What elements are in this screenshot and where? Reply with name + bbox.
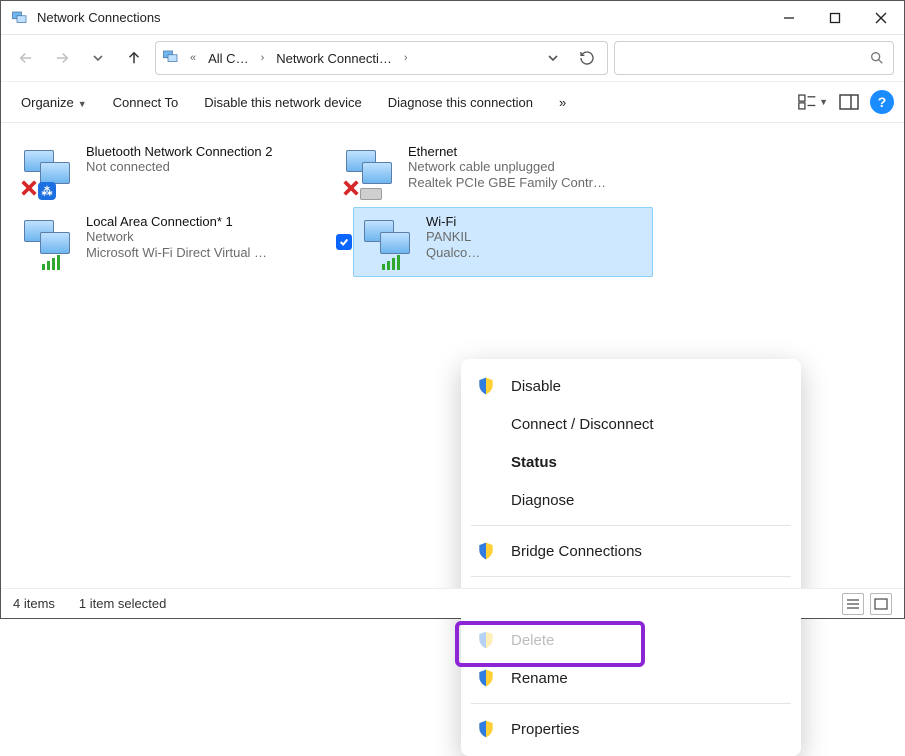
- connection-name: Bluetooth Network Connection 2: [86, 144, 272, 159]
- menu-separator: [471, 525, 791, 526]
- connection-status: Network cable unplugged: [408, 159, 606, 175]
- overflow-button[interactable]: »: [549, 91, 576, 114]
- address-icon: [162, 48, 180, 69]
- connection-item-lac[interactable]: Local Area Connection* 1 Network Microso…: [13, 207, 313, 277]
- breadcrumb-seg1[interactable]: All C…: [206, 51, 250, 66]
- menu-diagnose[interactable]: Diagnose: [461, 481, 801, 519]
- connection-device: Microsoft Wi-Fi Direct Virtual …: [86, 245, 267, 261]
- nav-recent-button[interactable]: [83, 43, 113, 73]
- selection-checkbox[interactable]: [336, 234, 352, 250]
- diagnose-button[interactable]: Diagnose this connection: [378, 91, 543, 114]
- connection-item-ethernet[interactable]: Ethernet Network cable unplugged Realtek…: [335, 137, 635, 207]
- menu-disable[interactable]: Disable: [461, 367, 801, 405]
- menu-status[interactable]: Status: [461, 443, 801, 481]
- address-bar[interactable]: « All C… › Network Connecti… ›: [155, 41, 608, 75]
- menu-delete: Delete: [461, 621, 801, 659]
- connection-icon: [360, 214, 416, 270]
- connection-name: Wi-Fi: [426, 214, 456, 229]
- context-menu: Disable Connect / Disconnect Status Diag…: [461, 359, 801, 756]
- breadcrumb-seg2[interactable]: Network Connecti…: [274, 51, 394, 66]
- connection-device: Realtek PCIe GBE Family Contr…: [408, 175, 606, 191]
- window-title: Network Connections: [37, 10, 766, 25]
- connection-name: Local Area Connection* 1: [86, 214, 233, 229]
- menu-separator: [471, 703, 791, 704]
- connection-name: Ethernet: [408, 144, 457, 159]
- search-input[interactable]: [614, 41, 894, 75]
- connection-device: Qualco…: [426, 245, 480, 261]
- menu-connect-disconnect[interactable]: Connect / Disconnect: [461, 405, 801, 443]
- status-bar: 4 items 1 item selected: [1, 588, 904, 618]
- nav-up-button[interactable]: [119, 43, 149, 73]
- connection-icon: ⁂: [20, 144, 76, 200]
- shield-icon: [475, 629, 497, 651]
- breadcrumb-prefix: «: [186, 52, 200, 64]
- signal-bars-icon: [382, 255, 400, 270]
- nav-forward-button[interactable]: [47, 43, 77, 73]
- error-x-icon: [342, 179, 360, 197]
- connection-item-wifi[interactable]: Wi-Fi PANKIL Qualco…: [353, 207, 653, 277]
- shield-icon: [475, 540, 497, 562]
- view-large-icons-button[interactable]: [870, 593, 892, 615]
- maximize-button[interactable]: [812, 1, 858, 34]
- connection-status: PANKIL: [426, 229, 480, 245]
- app-icon: [11, 9, 29, 27]
- disable-device-button[interactable]: Disable this network device: [194, 91, 372, 114]
- menu-properties[interactable]: Properties: [461, 710, 801, 748]
- preview-pane-button[interactable]: [834, 87, 864, 117]
- connection-icon: [20, 214, 76, 270]
- view-layout-button[interactable]: ▼: [798, 87, 828, 117]
- minimize-button[interactable]: [766, 1, 812, 34]
- connection-item-bluetooth[interactable]: ⁂ Bluetooth Network Connection 2 Not con…: [13, 137, 313, 207]
- connection-status: Not connected: [86, 159, 272, 175]
- chevron-right-icon: ›: [400, 52, 412, 64]
- search-icon: [869, 50, 885, 66]
- menu-separator: [471, 576, 791, 577]
- organize-button[interactable]: Organize▼: [11, 91, 97, 114]
- address-dropdown-button[interactable]: [539, 44, 567, 72]
- menu-rename[interactable]: Rename: [461, 659, 801, 697]
- status-item-count: 4 items: [13, 596, 55, 611]
- refresh-button[interactable]: [573, 44, 601, 72]
- shield-icon: [475, 375, 497, 397]
- connection-status: Network: [86, 229, 267, 245]
- nav-back-button[interactable]: [11, 43, 41, 73]
- error-x-icon: [20, 179, 38, 197]
- bluetooth-icon: ⁂: [38, 182, 56, 200]
- connect-to-button[interactable]: Connect To: [103, 91, 189, 114]
- status-selected-count: 1 item selected: [79, 596, 166, 611]
- close-button[interactable]: [858, 1, 904, 34]
- shield-icon: [475, 718, 497, 740]
- menu-bridge-connections[interactable]: Bridge Connections: [461, 532, 801, 570]
- connection-icon: [342, 144, 398, 200]
- help-button[interactable]: ?: [870, 90, 894, 114]
- ethernet-plug-icon: [360, 188, 382, 200]
- chevron-right-icon: ›: [257, 52, 269, 64]
- view-details-button[interactable]: [842, 593, 864, 615]
- shield-icon: [475, 667, 497, 689]
- signal-bars-icon: [42, 255, 60, 270]
